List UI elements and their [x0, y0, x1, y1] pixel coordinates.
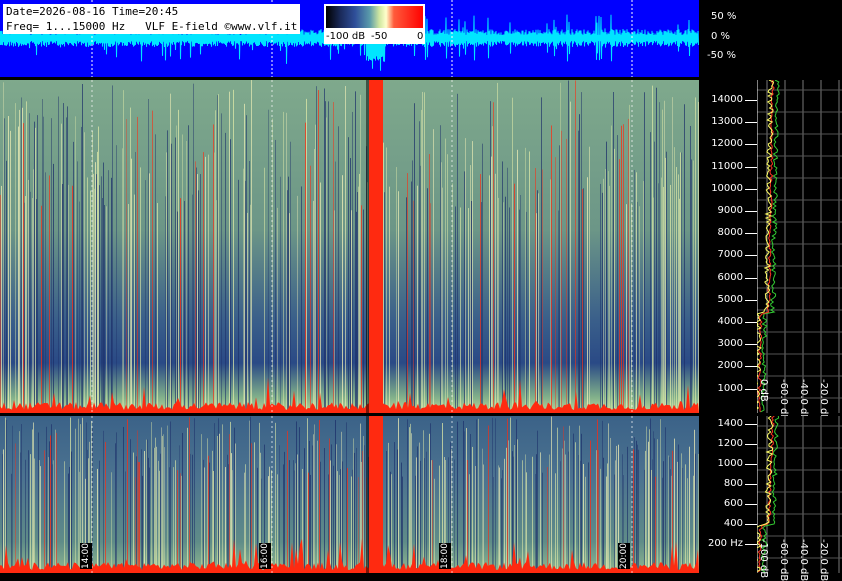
- waveform-amplitude-axis: 50 % 0 % -50 %: [699, 0, 842, 77]
- frequency-tick-mark: [745, 484, 757, 485]
- frequency-tick-label: 600: [723, 498, 743, 509]
- frequency-tick-label: 2000: [717, 360, 743, 372]
- frequency-tick-label: 1000: [717, 458, 743, 469]
- frequency-tick-label: 9000: [717, 205, 743, 216]
- frequency-tick-mark: [745, 188, 757, 190]
- profile-db-label: -100 dB: [758, 539, 769, 579]
- waveform-strip: Date=2026-08-16 Time=20:45 Freq= 1...150…: [0, 0, 699, 77]
- frequency-tick-mark: [745, 255, 757, 257]
- frequency-tick-label: 200 Hz: [707, 538, 743, 549]
- spectrum-profile-full-band-plot: [754, 79, 842, 413]
- frequency-tick-label: 14000: [711, 94, 743, 105]
- color-scale-max-label: 0: [417, 31, 424, 42]
- spectrogram-low-band-image: [0, 416, 699, 573]
- frequency-tick-mark: [745, 277, 757, 279]
- frequency-tick-label: 400: [723, 518, 743, 529]
- amplitude-label-minus50: -50 %: [707, 50, 737, 61]
- frequency-tick-mark: [745, 464, 757, 465]
- profile-db-label: -60.0 dB: [778, 379, 789, 422]
- frequency-tick-mark: [745, 299, 757, 301]
- frequency-axis-full-band: 14000 13000 12000 11000 10000 9000 8000 7000 600…: [699, 80, 757, 413]
- spectrum-profile-low-band: -100 dB -60.0 dB -40.0 dB -20.0 dB: [753, 415, 842, 581]
- color-scale-mid-label: -50: [371, 31, 388, 42]
- amplitude-label-50: 50 %: [711, 11, 737, 22]
- frequency-tick-label: 3000: [717, 338, 743, 350]
- frequency-tick-mark: [745, 544, 757, 545]
- color-scale-min-label: -100 dB: [326, 31, 366, 42]
- frequency-tick-mark: [745, 322, 757, 323]
- frequency-tick-mark: [745, 524, 757, 525]
- profile-db-label: -40.0 dB: [798, 539, 809, 581]
- vlf-spectrogram-viewer: Date=2026-08-16 Time=20:45 Freq= 1...150…: [0, 0, 842, 581]
- frequency-tick-label: 1000: [717, 382, 743, 394]
- spectrogram-low-band: [0, 416, 699, 573]
- profile-db-label: -20.0 dB: [818, 379, 829, 422]
- frequency-tick-label: 1400: [717, 418, 743, 429]
- frequency-tick-label: 8000: [717, 227, 743, 239]
- frequency-tick-label: 11000: [711, 160, 743, 172]
- frequency-tick-mark: [745, 122, 757, 124]
- frequency-tick-label: 1200: [717, 438, 743, 449]
- frequency-tick-label: 4000: [717, 316, 743, 327]
- frequency-tick-mark: [745, 424, 757, 425]
- frequency-tick-label: 800: [723, 478, 743, 489]
- color-scale-gradient: [326, 6, 423, 28]
- frequency-tick-label: 7000: [717, 249, 743, 261]
- frequency-axis-low-band: 1400 1200 1000 800 600 400 200 Hz: [699, 416, 757, 573]
- time-label-2000: 20:00: [618, 543, 630, 569]
- frequency-tick-label: 12000: [711, 138, 743, 150]
- frequency-tick-mark: [745, 100, 757, 101]
- frequency-tick-label: 13000: [711, 116, 743, 128]
- amplitude-label-0: 0 %: [711, 31, 731, 42]
- frequency-tick-mark: [745, 144, 757, 146]
- profile-db-label: -20.0 dB: [818, 539, 829, 581]
- frequency-tick-label: 10000: [711, 182, 743, 194]
- frequency-tick-mark: [745, 344, 757, 346]
- frequency-tick-mark: [745, 504, 757, 505]
- profile-db-label: 0 dB: [758, 379, 769, 402]
- date-time-text: Date=2026-08-16 Time=20:45: [6, 5, 179, 18]
- spectrogram-full-band: [0, 80, 699, 413]
- profile-db-label: -60.0 dB: [778, 539, 789, 581]
- time-label-1400: 14:00: [80, 543, 92, 569]
- profile-db-label: -40.0 dB: [798, 379, 809, 422]
- frequency-tick-mark: [745, 233, 757, 235]
- frequency-tick-mark: [745, 166, 757, 168]
- frequency-range-text: Freq= 1...15000 Hz VLF E-field ©www.vlf.…: [6, 20, 298, 33]
- frequency-tick-mark: [745, 444, 757, 445]
- color-scale-legend: -100 dB -50 0: [324, 4, 425, 44]
- frequency-tick-label: 6000: [717, 271, 743, 283]
- frequency-tick-mark: [745, 388, 757, 390]
- frequency-tick-mark: [745, 211, 757, 212]
- info-box: Date=2026-08-16 Time=20:45 Freq= 1...150…: [3, 4, 301, 34]
- frequency-tick-mark: [745, 366, 757, 368]
- frequency-tick-label: 5000: [717, 293, 743, 305]
- spectrum-profile-full-band: 0 dB -60.0 dB -40.0 dB -20.0 dB: [754, 79, 842, 421]
- time-label-1600: 16:00: [259, 543, 271, 569]
- spectrogram-full-band-image: [0, 80, 699, 413]
- time-label-1800: 18:00: [439, 543, 451, 569]
